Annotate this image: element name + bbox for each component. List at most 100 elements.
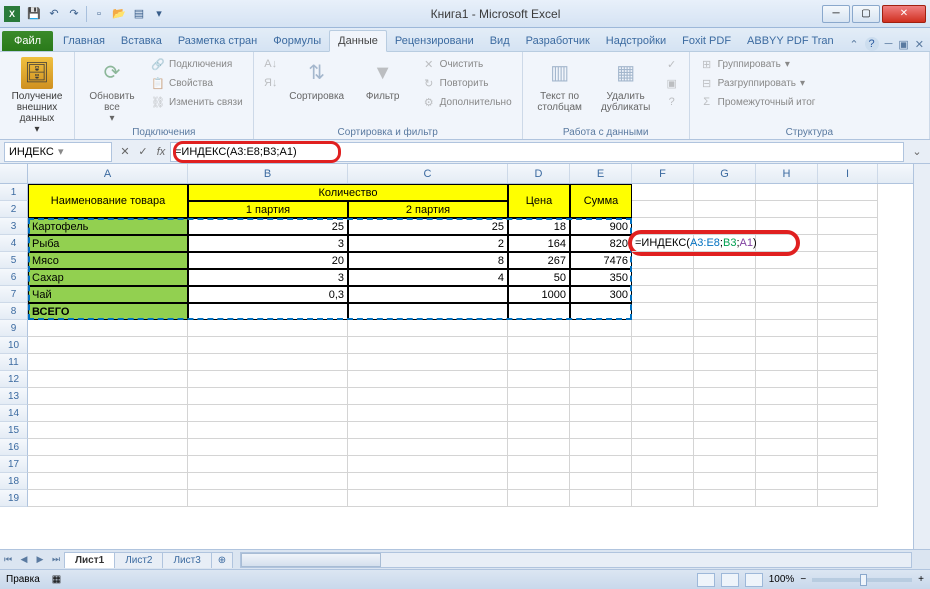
cell[interactable]: 4 <box>348 269 508 286</box>
col-header-c[interactable]: C <box>348 164 508 183</box>
cell[interactable] <box>570 422 632 439</box>
cell[interactable] <box>694 388 756 405</box>
row-header[interactable]: 5 <box>0 252 28 269</box>
cell[interactable] <box>632 354 694 371</box>
cell[interactable]: 1000 <box>508 286 570 303</box>
row-header[interactable]: 12 <box>0 371 28 388</box>
sort-button[interactable]: ⇅ Сортировка <box>286 55 348 104</box>
cell[interactable] <box>818 473 878 490</box>
cell[interactable]: 20 <box>188 252 348 269</box>
sheet-nav-next-icon[interactable]: ▶ <box>32 552 48 568</box>
cell[interactable] <box>28 337 188 354</box>
cell[interactable] <box>188 303 348 320</box>
cell[interactable] <box>570 490 632 507</box>
cell[interactable] <box>188 371 348 388</box>
cell[interactable] <box>632 456 694 473</box>
row-header[interactable]: 19 <box>0 490 28 507</box>
qat-open-icon[interactable]: 📂 <box>109 4 129 24</box>
row-header[interactable]: 6 <box>0 269 28 286</box>
cell[interactable] <box>188 320 348 337</box>
row-header[interactable]: 10 <box>0 337 28 354</box>
col-header-f[interactable]: F <box>632 164 694 183</box>
horizontal-scrollbar[interactable] <box>240 552 912 568</box>
cell[interactable] <box>348 354 508 371</box>
cell[interactable] <box>188 337 348 354</box>
cell[interactable] <box>694 201 756 218</box>
formula-input[interactable]: =ИНДЕКС(A3:E8;B3;A1) <box>170 142 904 162</box>
cell[interactable] <box>756 286 818 303</box>
cell[interactable] <box>570 371 632 388</box>
cell[interactable] <box>818 337 878 354</box>
cell[interactable] <box>694 303 756 320</box>
cell[interactable] <box>570 303 632 320</box>
cell[interactable] <box>632 286 694 303</box>
cell[interactable] <box>756 218 818 235</box>
cell[interactable] <box>632 422 694 439</box>
cell[interactable] <box>694 354 756 371</box>
vertical-scrollbar[interactable] <box>913 164 930 549</box>
row-header[interactable]: 11 <box>0 354 28 371</box>
cell[interactable] <box>508 405 570 422</box>
row-header[interactable]: 17 <box>0 456 28 473</box>
cell[interactable] <box>632 371 694 388</box>
scroll-thumb[interactable] <box>241 553 381 567</box>
cell[interactable] <box>756 388 818 405</box>
cell[interactable] <box>188 388 348 405</box>
cell[interactable] <box>694 490 756 507</box>
cell[interactable]: 25 <box>188 218 348 235</box>
tab-formulas[interactable]: Формулы <box>265 31 329 51</box>
cell[interactable] <box>694 286 756 303</box>
cell[interactable] <box>694 422 756 439</box>
fx-button[interactable]: fx <box>152 143 170 161</box>
cell[interactable] <box>348 456 508 473</box>
cell[interactable] <box>756 337 818 354</box>
cell[interactable] <box>756 252 818 269</box>
cell[interactable] <box>508 422 570 439</box>
cell[interactable] <box>570 320 632 337</box>
tab-abbyy[interactable]: ABBYY PDF Tran <box>739 31 842 51</box>
cell[interactable] <box>818 201 878 218</box>
cell[interactable] <box>756 269 818 286</box>
cell[interactable] <box>818 303 878 320</box>
row-header[interactable]: 9 <box>0 320 28 337</box>
cell[interactable]: 2 партия <box>348 201 508 218</box>
cell[interactable] <box>632 405 694 422</box>
cell[interactable] <box>694 473 756 490</box>
qat-print-icon[interactable]: ▤ <box>129 4 149 24</box>
cell[interactable] <box>188 354 348 371</box>
row-header[interactable]: 14 <box>0 405 28 422</box>
cell[interactable] <box>756 184 818 201</box>
cell[interactable]: 820 <box>570 235 632 252</box>
cell[interactable] <box>348 371 508 388</box>
cell[interactable] <box>756 439 818 456</box>
edit-links-button[interactable]: ⛓Изменить связи <box>147 93 247 111</box>
cell[interactable] <box>756 422 818 439</box>
cell[interactable] <box>348 303 508 320</box>
row-header[interactable]: 15 <box>0 422 28 439</box>
sheet-nav-prev-icon[interactable]: ◀ <box>16 552 32 568</box>
cell[interactable] <box>632 201 694 218</box>
cell[interactable]: 3 <box>188 235 348 252</box>
cell[interactable] <box>694 269 756 286</box>
cell[interactable]: Наименование товара <box>28 184 188 218</box>
cell[interactable] <box>632 337 694 354</box>
cell[interactable] <box>632 320 694 337</box>
cell[interactable] <box>508 456 570 473</box>
new-sheet-button[interactable]: ⊕ <box>211 552 233 568</box>
tab-home[interactable]: Главная <box>55 31 113 51</box>
cell[interactable] <box>818 235 878 252</box>
tab-developer[interactable]: Разработчик <box>518 31 598 51</box>
sheet-tab[interactable]: Лист3 <box>162 552 211 568</box>
cell[interactable] <box>28 490 188 507</box>
row-header[interactable]: 13 <box>0 388 28 405</box>
macro-record-icon[interactable]: ▦ <box>52 574 61 585</box>
cell[interactable] <box>818 388 878 405</box>
cell[interactable]: Сахар <box>28 269 188 286</box>
cell[interactable] <box>188 490 348 507</box>
doc-restore-icon[interactable]: ▣ <box>898 38 908 51</box>
connections-button[interactable]: 🔗Подключения <box>147 55 247 73</box>
properties-button[interactable]: 📋Свойства <box>147 74 247 92</box>
reapply-button[interactable]: ↻Повторить <box>418 74 516 92</box>
row-header[interactable]: 4 <box>0 235 28 252</box>
active-cell[interactable]: =ИНДЕКС(A3:E8;B3;A1) <box>632 235 694 252</box>
